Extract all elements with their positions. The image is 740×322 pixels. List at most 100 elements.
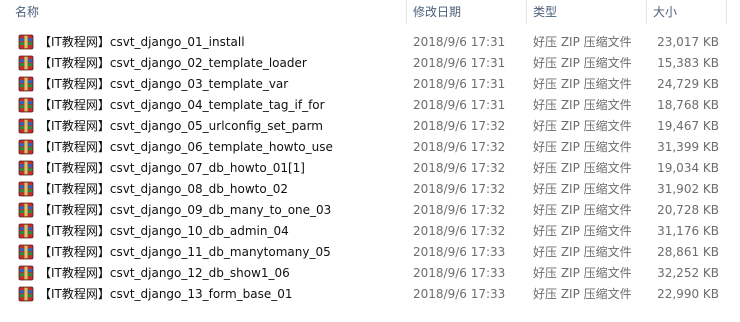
file-name: 【IT教程网】csvt_django_13_form_base_01: [39, 287, 293, 301]
file-modified-date: 2018/9/6 17:32: [413, 139, 506, 154]
file-name-cell[interactable]: 【IT教程网】csvt_django_08_db_howto_02: [0, 180, 407, 197]
file-name: 【IT教程网】csvt_django_05_urlconfig_set_parm: [39, 119, 323, 133]
column-header-size-label: 大小: [653, 5, 678, 19]
column-header-type-label: 类型: [533, 5, 558, 19]
file-name: 【IT教程网】csvt_django_04_template_tag_if_fo…: [39, 98, 325, 112]
file-row[interactable]: 【IT教程网】csvt_django_08_db_howto_02 2018/9/…: [0, 178, 740, 199]
file-name-cell[interactable]: 【IT教程网】csvt_django_09_db_many_to_one_03: [0, 201, 407, 218]
file-name-cell[interactable]: 【IT教程网】csvt_django_10_db_admin_04: [0, 222, 407, 239]
column-header-name[interactable]: 名称: [0, 0, 407, 24]
file-type: 好压 ZIP 压缩文件: [533, 203, 632, 217]
file-type: 好压 ZIP 压缩文件: [533, 35, 632, 49]
file-modified-date: 2018/9/6 17:33: [413, 286, 506, 301]
file-name: 【IT教程网】csvt_django_11_db_manytomany_05: [39, 245, 331, 259]
file-name: 【IT教程网】csvt_django_02_template_loader: [39, 56, 307, 70]
zip-archive-icon: [18, 160, 34, 176]
file-type: 好压 ZIP 压缩文件: [533, 161, 632, 175]
zip-archive-icon: [18, 181, 34, 197]
file-modified-date: 2018/9/6 17:31: [413, 76, 506, 91]
column-header-date[interactable]: 修改日期: [407, 0, 527, 24]
file-row[interactable]: 【IT教程网】csvt_django_11_db_manytomany_05 20…: [0, 241, 740, 262]
file-name-cell[interactable]: 【IT教程网】csvt_django_06_template_howto_use: [0, 138, 407, 155]
file-type: 好压 ZIP 压缩文件: [533, 56, 632, 70]
column-header-type[interactable]: 类型: [527, 0, 647, 24]
file-name-cell[interactable]: 【IT教程网】csvt_django_11_db_manytomany_05: [0, 243, 407, 260]
file-name: 【IT教程网】csvt_django_06_template_howto_use: [39, 140, 333, 154]
file-name: 【IT教程网】csvt_django_08_db_howto_02: [39, 182, 288, 196]
file-size: 19,034 KB: [657, 160, 719, 175]
file-size: 20,728 KB: [657, 202, 719, 217]
file-modified-date: 2018/9/6 17:32: [413, 181, 506, 196]
file-row[interactable]: 【IT教程网】csvt_django_09_db_many_to_one_03 2…: [0, 199, 740, 220]
file-modified-date: 2018/9/6 17:31: [413, 97, 506, 112]
file-name: 【IT教程网】csvt_django_01_install: [39, 35, 245, 49]
zip-archive-icon: [18, 202, 34, 218]
file-name-cell[interactable]: 【IT教程网】csvt_django_03_template_var: [0, 75, 407, 92]
file-row[interactable]: 【IT教程网】csvt_django_04_template_tag_if_fo…: [0, 94, 740, 115]
file-size: 32,252 KB: [657, 265, 719, 280]
file-name-cell[interactable]: 【IT教程网】csvt_django_12_db_show1_06: [0, 264, 407, 281]
file-type: 好压 ZIP 压缩文件: [533, 140, 632, 154]
zip-archive-icon: [18, 97, 34, 113]
file-row[interactable]: 【IT教程网】csvt_django_12_db_show1_06 2018/9/…: [0, 262, 740, 283]
file-row[interactable]: 【IT教程网】csvt_django_10_db_admin_04 2018/9/…: [0, 220, 740, 241]
zip-archive-icon: [18, 76, 34, 92]
file-row[interactable]: 【IT教程网】csvt_django_01_install 2018/9/6 17…: [0, 31, 740, 52]
file-name-cell[interactable]: 【IT教程网】csvt_django_07_db_howto_01[1]: [0, 159, 407, 176]
file-size: 19,467 KB: [657, 118, 719, 133]
file-type: 好压 ZIP 压缩文件: [533, 182, 632, 196]
file-name-cell[interactable]: 【IT教程网】csvt_django_05_urlconfig_set_parm: [0, 117, 407, 134]
file-type: 好压 ZIP 压缩文件: [533, 98, 632, 112]
file-name: 【IT教程网】csvt_django_12_db_show1_06: [39, 266, 290, 280]
file-list: 【IT教程网】csvt_django_01_install 2018/9/6 17…: [0, 31, 740, 304]
file-type: 好压 ZIP 压缩文件: [533, 287, 632, 301]
file-size: 24,729 KB: [657, 76, 719, 91]
file-type: 好压 ZIP 压缩文件: [533, 266, 632, 280]
file-type: 好压 ZIP 压缩文件: [533, 119, 632, 133]
file-name-cell[interactable]: 【IT教程网】csvt_django_02_template_loader: [0, 54, 407, 71]
file-name-cell[interactable]: 【IT教程网】csvt_django_13_form_base_01: [0, 285, 407, 302]
file-size: 23,017 KB: [657, 34, 719, 49]
file-size: 15,383 KB: [657, 55, 719, 70]
file-row[interactable]: 【IT教程网】csvt_django_13_form_base_01 2018/9…: [0, 283, 740, 304]
file-row[interactable]: 【IT教程网】csvt_django_06_template_howto_use…: [0, 136, 740, 157]
file-modified-date: 2018/9/6 17:32: [413, 202, 506, 217]
zip-archive-icon: [18, 223, 34, 239]
file-modified-date: 2018/9/6 17:33: [413, 265, 506, 280]
column-header-name-label: 名称: [15, 5, 40, 19]
file-row[interactable]: 【IT教程网】csvt_django_07_db_howto_01[1] 2018…: [0, 157, 740, 178]
file-type: 好压 ZIP 压缩文件: [533, 245, 632, 259]
file-name: 【IT教程网】csvt_django_09_db_many_to_one_03: [39, 203, 332, 217]
file-row[interactable]: 【IT教程网】csvt_django_03_template_var 2018/9…: [0, 73, 740, 94]
column-header-size[interactable]: 大小: [647, 0, 727, 24]
column-header-spacer: [727, 0, 740, 24]
file-name: 【IT教程网】csvt_django_10_db_admin_04: [39, 224, 289, 238]
zip-archive-icon: [18, 244, 34, 260]
file-name: 【IT教程网】csvt_django_07_db_howto_01[1]: [39, 161, 305, 175]
file-type: 好压 ZIP 压缩文件: [533, 77, 632, 91]
zip-archive-icon: [18, 286, 34, 302]
file-modified-date: 2018/9/6 17:31: [413, 55, 506, 70]
file-size: 22,990 KB: [657, 286, 719, 301]
file-modified-date: 2018/9/6 17:33: [413, 244, 506, 259]
file-modified-date: 2018/9/6 17:31: [413, 34, 506, 49]
zip-archive-icon: [18, 139, 34, 155]
file-modified-date: 2018/9/6 17:32: [413, 118, 506, 133]
file-name-cell[interactable]: 【IT教程网】csvt_django_01_install: [0, 33, 407, 50]
file-size: 28,861 KB: [657, 244, 719, 259]
file-size: 31,399 KB: [657, 139, 719, 154]
column-header-date-label: 修改日期: [413, 5, 462, 19]
zip-archive-icon: [18, 55, 34, 71]
file-row[interactable]: 【IT教程网】csvt_django_02_template_loader 201…: [0, 52, 740, 73]
zip-archive-icon: [18, 118, 34, 134]
zip-archive-icon: [18, 265, 34, 281]
file-size: 18,768 KB: [657, 97, 719, 112]
file-size: 31,902 KB: [657, 181, 719, 196]
file-size: 31,176 KB: [657, 223, 719, 238]
file-row[interactable]: 【IT教程网】csvt_django_05_urlconfig_set_parm…: [0, 115, 740, 136]
file-name-cell[interactable]: 【IT教程网】csvt_django_04_template_tag_if_fo…: [0, 96, 407, 113]
file-modified-date: 2018/9/6 17:32: [413, 223, 506, 238]
file-name: 【IT教程网】csvt_django_03_template_var: [39, 77, 289, 91]
file-modified-date: 2018/9/6 17:32: [413, 160, 506, 175]
zip-archive-icon: [18, 34, 34, 50]
